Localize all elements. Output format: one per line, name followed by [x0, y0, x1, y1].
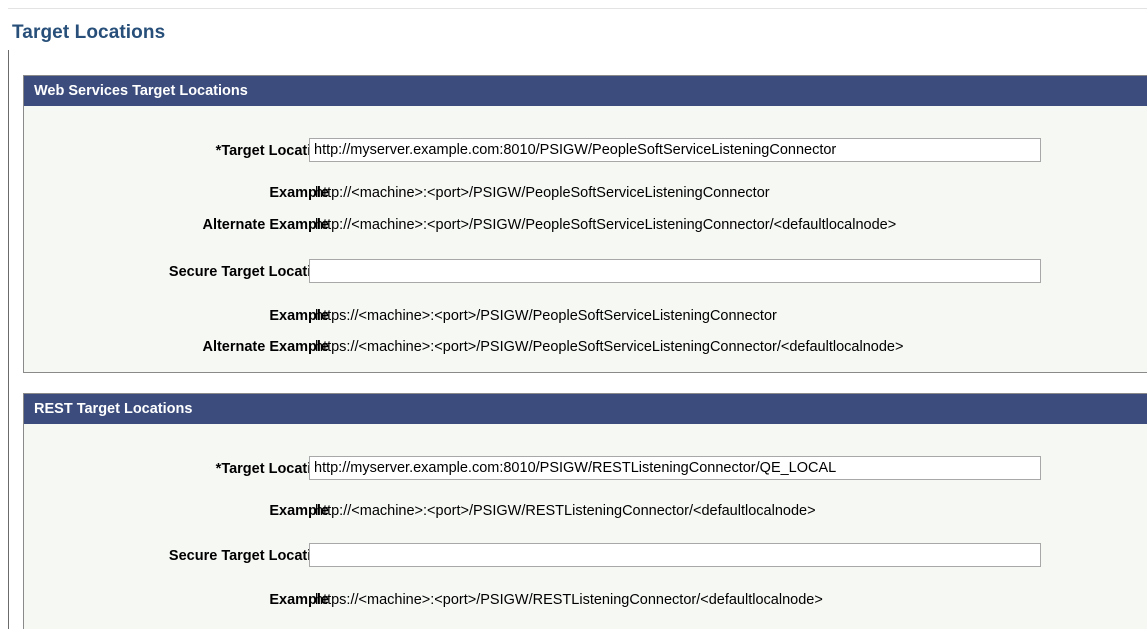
rest-target-row: *Target Location [24, 456, 1147, 482]
web-services-section: Web Services Target Locations *Target Lo… [23, 75, 1147, 373]
ws-secure-example-value: https://<machine>:<port>/PSIGW/PeopleSof… [315, 308, 777, 324]
rest-target-input[interactable] [309, 456, 1041, 480]
rest-section: REST Target Locations *Target Location E… [23, 393, 1147, 629]
rest-secure-example-value: https://<machine>:<port>/PSIGW/RESTListe… [315, 592, 823, 608]
top-divider [8, 8, 1147, 9]
ws-secure-alt-example-row: Alternate Example https://<machine>:<por… [24, 334, 1147, 360]
rest-secure-label: Secure Target Location [168, 548, 329, 564]
rest-secure-example-row: Example https://<machine>:<port>/PSIGW/R… [24, 587, 1147, 613]
rest-example-value: http://<machine>:<port>/PSIGW/RESTListen… [315, 503, 816, 519]
ws-secure-row: Secure Target Location [24, 259, 1147, 285]
ws-secure-example-row: Example https://<machine>:<port>/PSIGW/P… [24, 303, 1147, 329]
rest-secure-input[interactable] [309, 543, 1041, 567]
ws-alt-example-row: Alternate Example http://<machine>:<port… [24, 212, 1147, 238]
rest-header: REST Target Locations [24, 394, 1147, 424]
page-title: Target Locations [12, 22, 166, 43]
ws-secure-input[interactable] [309, 259, 1041, 283]
web-services-header: Web Services Target Locations [24, 76, 1147, 106]
ws-alt-example-label: Alternate Example [202, 217, 329, 233]
ws-target-row: *Target Location [24, 138, 1147, 164]
rest-secure-row: Secure Target Location [24, 543, 1147, 569]
ws-target-input[interactable] [309, 138, 1041, 162]
ws-alt-example-value: http://<machine>:<port>/PSIGW/PeopleSoft… [315, 217, 897, 233]
ws-secure-alt-example-label: Alternate Example [202, 339, 329, 355]
left-border [8, 50, 9, 629]
ws-secure-alt-example-value: https://<machine>:<port>/PSIGW/PeopleSof… [315, 339, 904, 355]
ws-example-value: http://<machine>:<port>/PSIGW/PeopleSoft… [315, 185, 770, 201]
ws-secure-label: Secure Target Location [168, 264, 329, 280]
ws-example-row: Example http://<machine>:<port>/PSIGW/Pe… [24, 180, 1147, 206]
rest-example-row: Example http://<machine>:<port>/PSIGW/RE… [24, 498, 1147, 524]
